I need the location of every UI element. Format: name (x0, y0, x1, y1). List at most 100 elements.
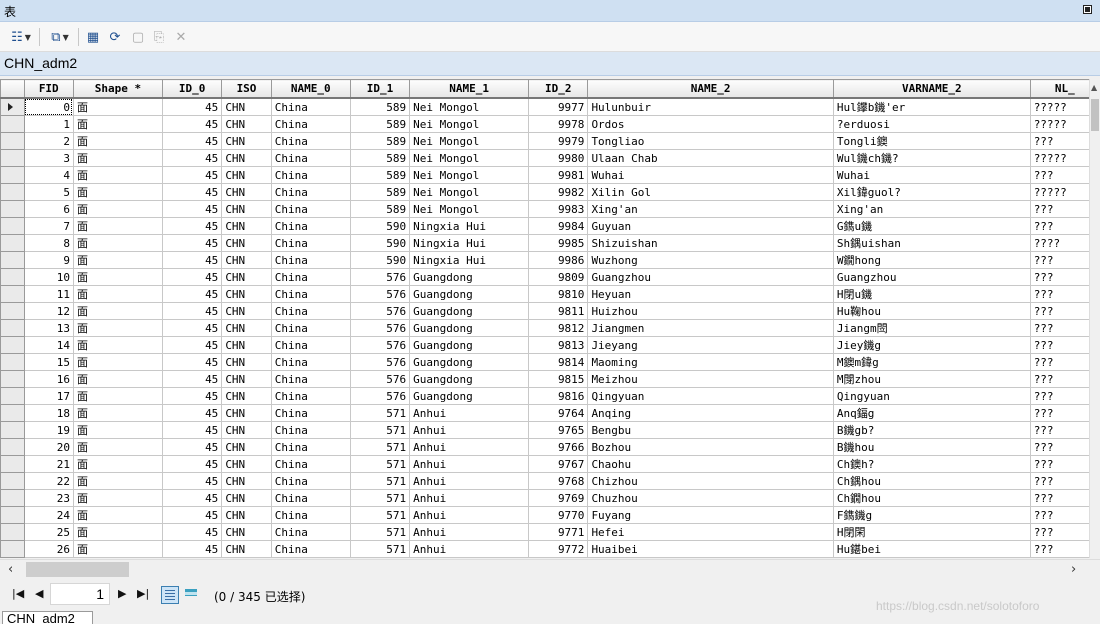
cell-id-2[interactable]: 9815 (528, 370, 589, 388)
column-header-shape[interactable]: Shape * (72, 79, 164, 99)
row-selector[interactable] (0, 183, 25, 201)
cell-id-1[interactable]: 571 (349, 455, 411, 473)
cell-iso[interactable]: CHN (221, 370, 272, 388)
cell-iso[interactable]: CHN (221, 319, 272, 337)
cell-name-0[interactable]: China (270, 472, 351, 490)
cell-id-1[interactable]: 571 (349, 489, 411, 507)
row-selector[interactable] (0, 268, 25, 286)
cell-name-2[interactable]: Hefei (587, 523, 834, 541)
cell-name-1[interactable]: Nei Mongol (409, 200, 530, 218)
cell-shape[interactable]: 面 (72, 523, 164, 541)
cell-name-0[interactable]: China (270, 319, 351, 337)
cell-fid[interactable]: 10 (23, 268, 74, 286)
cell-shape[interactable]: 面 (72, 421, 164, 439)
row-selector[interactable] (0, 302, 25, 320)
cell-id-0[interactable]: 45 (161, 404, 223, 422)
cell-name-0[interactable]: China (270, 489, 351, 507)
cell-shape[interactable]: 面 (72, 370, 164, 388)
cell-varname-2[interactable]: Anq鍢g (832, 404, 1031, 422)
cell-name-2[interactable]: Ulaan Chab (587, 149, 834, 167)
cell-shape[interactable]: 面 (72, 115, 164, 133)
cell-name-1[interactable]: Nei Mongol (409, 149, 530, 167)
table-row[interactable]: 4 面 45 CHN China 589 Nei Mongol 9981 Wuhai Wuhai?… (0, 166, 1100, 184)
cell-iso[interactable]: CHN (221, 166, 272, 184)
cell-shape[interactable]: 面 (72, 336, 164, 354)
cell-iso[interactable]: CHN (221, 251, 272, 269)
table-row[interactable]: 23 面 45 CHN China 571 Anhui 9769 Chuzhou Ch鐗hou??… (0, 489, 1100, 507)
cell-name-0[interactable]: China (270, 421, 351, 439)
cell-id-2[interactable]: 9981 (528, 166, 589, 184)
cell-id-1[interactable]: 571 (349, 404, 411, 422)
cell-id-2[interactable]: 9986 (528, 251, 589, 269)
cell-name-1[interactable]: Guangdong (409, 302, 530, 320)
cell-varname-2[interactable]: Ch鐗hou (832, 489, 1031, 507)
cell-fid[interactable]: 7 (23, 217, 74, 235)
cell-name-2[interactable]: Hulunbuir (587, 97, 834, 116)
cell-name-2[interactable]: Ordos (587, 115, 834, 133)
cell-fid[interactable]: 19 (23, 421, 74, 439)
row-selector[interactable] (0, 489, 25, 507)
cell-name-1[interactable]: Anhui (409, 404, 530, 422)
clear-selection-button[interactable]: ▢ (130, 28, 146, 46)
cell-varname-2[interactable]: Hu鍖bei (832, 540, 1031, 558)
row-selector[interactable] (0, 438, 25, 456)
cell-varname-2[interactable]: Hu鞠hou (832, 302, 1031, 320)
cell-id-2[interactable]: 9977 (528, 97, 589, 116)
cell-id-2[interactable]: 9816 (528, 387, 589, 405)
cell-id-0[interactable]: 45 (161, 319, 223, 337)
cell-id-0[interactable]: 45 (161, 97, 223, 116)
cell-id-2[interactable]: 9984 (528, 217, 589, 235)
cell-iso[interactable]: CHN (221, 472, 272, 490)
cell-name-2[interactable]: Bengbu (587, 421, 834, 439)
cell-name-2[interactable]: Chuzhou (587, 489, 834, 507)
cell-varname-2[interactable]: W鐗hong (832, 251, 1031, 269)
cell-name-1[interactable]: Anhui (409, 421, 530, 439)
cell-id-0[interactable]: 45 (161, 268, 223, 286)
cell-name-2[interactable]: Jiangmen (587, 319, 834, 337)
cell-name-0[interactable]: China (270, 302, 351, 320)
column-header-name-1[interactable]: NAME_1 (409, 79, 530, 99)
cell-name-1[interactable]: Anhui (409, 540, 530, 558)
cell-id-0[interactable]: 45 (161, 149, 223, 167)
cell-shape[interactable]: 面 (72, 149, 164, 167)
cell-name-1[interactable]: Anhui (409, 438, 530, 456)
cell-id-1[interactable]: 571 (349, 438, 411, 456)
delete-selected-button[interactable]: ✕ (172, 28, 190, 46)
cell-name-0[interactable]: China (270, 523, 351, 541)
cell-iso[interactable]: CHN (221, 183, 272, 201)
cell-id-2[interactable]: 9768 (528, 472, 589, 490)
table-row[interactable]: 15 面 45 CHN China 576 Guangdong 9814 Maoming M鐭m鍏… (0, 353, 1100, 371)
cell-varname-2[interactable]: M閕zhou (832, 370, 1031, 388)
table-row[interactable]: 7 面 45 CHN China 590 Ningxia Hui 9984 Guyuan G鐫u鐖… (0, 217, 1100, 235)
cell-id-1[interactable]: 576 (349, 336, 411, 354)
cell-name-1[interactable]: Nei Mongol (409, 166, 530, 184)
column-header-fid[interactable]: FID (23, 79, 74, 99)
cell-name-0[interactable]: China (270, 149, 351, 167)
table-row[interactable]: 6 面 45 CHN China 589 Nei Mongol 9983 Xing'an Xing… (0, 200, 1100, 218)
cell-id-2[interactable]: 9769 (528, 489, 589, 507)
table-row[interactable]: 12 面 45 CHN China 576 Guangdong 9811 Huizhou Hu鞠h… (0, 302, 1100, 320)
cell-shape[interactable]: 面 (72, 166, 164, 184)
cell-shape[interactable]: 面 (72, 268, 164, 286)
cell-name-0[interactable]: China (270, 404, 351, 422)
switch-selection-button[interactable]: ⟳ (106, 28, 124, 46)
cell-varname-2[interactable]: Jiangm閚 (832, 319, 1031, 337)
cell-id-2[interactable]: 9809 (528, 268, 589, 286)
cell-shape[interactable]: 面 (72, 200, 164, 218)
cell-name-0[interactable]: China (270, 370, 351, 388)
cell-iso[interactable]: CHN (221, 234, 272, 252)
cell-shape[interactable]: 面 (72, 302, 164, 320)
cell-name-2[interactable]: Huaibei (587, 540, 834, 558)
cell-id-1[interactable]: 576 (349, 353, 411, 371)
cell-shape[interactable]: 面 (72, 540, 164, 558)
cell-shape[interactable]: 面 (72, 319, 164, 337)
row-selector[interactable] (0, 200, 25, 218)
row-selector[interactable] (0, 370, 25, 388)
cell-varname-2[interactable]: Ch鐭h? (832, 455, 1031, 473)
cell-id-0[interactable]: 45 (161, 438, 223, 456)
table-row[interactable]: 8 面 45 CHN China 590 Ningxia Hui 9985 Shizuishan… (0, 234, 1100, 252)
cell-fid[interactable]: 11 (23, 285, 74, 303)
cell-fid[interactable]: 17 (23, 387, 74, 405)
cell-id-0[interactable]: 45 (161, 370, 223, 388)
cell-iso[interactable]: CHN (221, 353, 272, 371)
